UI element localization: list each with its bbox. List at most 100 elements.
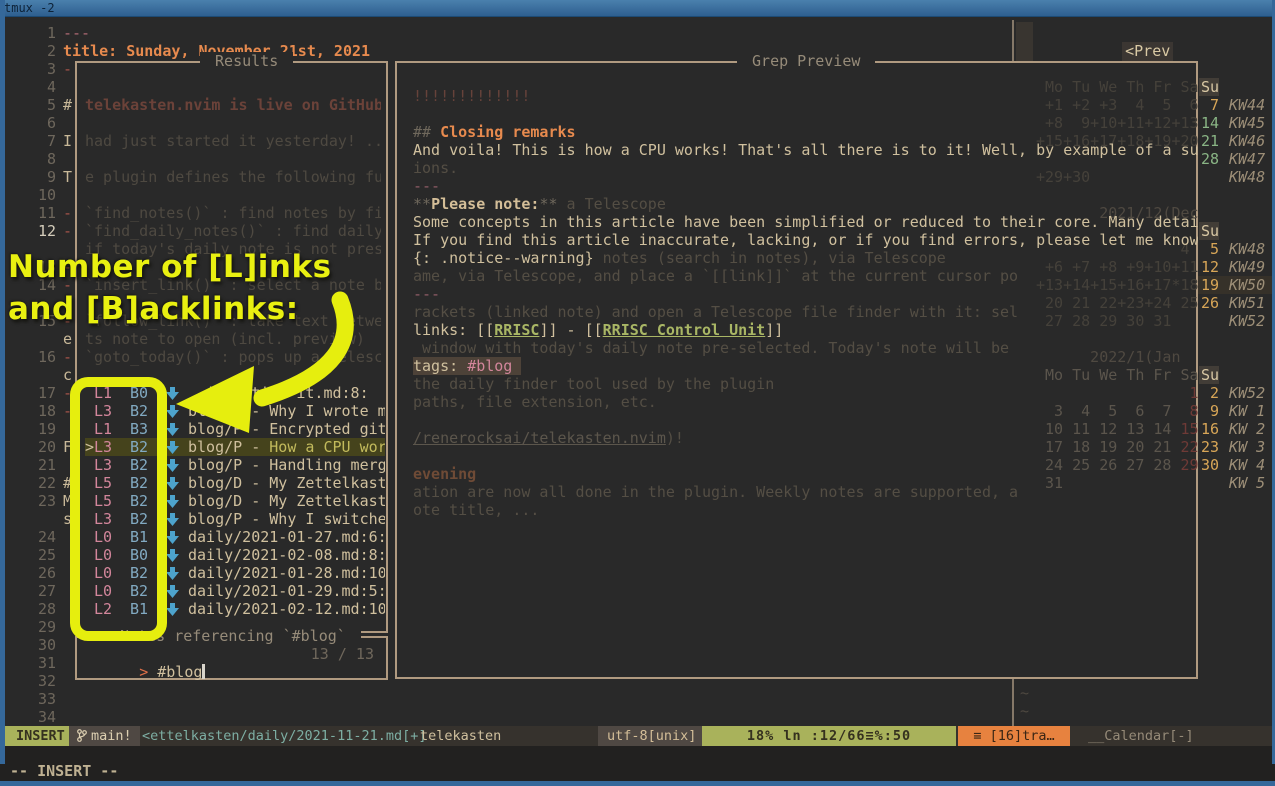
annotation-text: Number of [L]inks and [B]acklinks: [8,246,332,330]
prompt-caret: > [139,663,148,681]
preview-span: ation are now all done in the plugin. We… [413,483,1018,501]
gutter-row: 2 [0,42,84,60]
result-text: daily/2021-02-08.md:8: [188,546,385,564]
occluded-buffer-line: telekasten.nvim is live on GitHub! [85,96,381,114]
line-number: 25 [0,546,56,564]
preview-span: RRISC [494,321,539,339]
window-separator-bottom [1012,679,1014,726]
preview-line: links: [[RRISC]] - [[RRISC Control Unit]… [413,321,783,339]
calendar-sunday-day: 23 [1199,438,1219,456]
status-bar: INSERT main! <ettelkasten/daily/2021-11-… [0,726,1275,746]
annotation-line1: Number of [L]inks [8,246,332,288]
preview-line: window with today's daily note pre-selec… [413,339,1009,357]
gutter-row: 30 [0,636,84,654]
preview-line: the daily finder tool used by the plugin [413,375,774,393]
line-number: 24 [0,528,56,546]
calendar-sunday-day: 16 [1199,420,1219,438]
line-number: 23 [0,492,56,510]
file-path: <ettelkasten/daily/2021-11-21.md[+] [142,726,426,746]
preview-span: a Telescope [558,195,666,213]
line-number: 27 [0,582,56,600]
download-arrow-icon [166,603,179,616]
calendar-week-number: KW51 [1229,294,1265,312]
occluded-buffer-line: had just started it yesterday! ... [85,132,381,150]
line-number: 32 [0,672,56,690]
preview-span: paths, file extension, etc. [413,393,657,411]
preview-span: window with today's daily note pre-selec… [413,339,1009,357]
result-text: daily/2021-01-29.md:5: [188,582,385,600]
line-number: 33 [0,690,56,708]
download-arrow-icon [166,477,179,490]
calendar-week-number: KW48 [1229,168,1265,186]
preview-line: --- [413,177,440,195]
calendar-week-number: KW52 [1229,312,1265,330]
line-number: 29 [0,618,56,636]
preview-span: {: .notice--warning} [413,249,594,267]
gutter-row: 33 [0,690,84,708]
preview-span: ]] - [[ [539,321,602,339]
result-text: blog/P - Handling merg [188,456,385,474]
download-arrow-icon [166,531,179,544]
calendar-week-number: KW 2 [1229,420,1265,438]
preview-span: ote title, ... [413,501,539,519]
results-panel-title: Results [200,52,293,70]
download-arrow-icon [166,549,179,562]
annotation-line2: and [B]acklinks: [8,288,332,330]
matched-text: How a CPU wor [269,438,385,456]
preview-span: ame, via Telescope, and place a `[[link]… [413,267,1018,285]
preview-line: ation are now all done in the plugin. We… [413,483,1018,501]
calendar-week-number: KW 3 [1229,438,1265,456]
result-text: blog/D - My Zettelkast [188,492,385,510]
preview-span: !!!!!!!!!!!!! [413,87,530,105]
window-border-bottom [0,781,1275,786]
gutter-row: 10 [0,186,84,204]
tmux-title: tmux -2 [4,1,55,15]
preview-span: --- [413,177,440,195]
result-text: blog/D - My Zettelkast [188,474,385,492]
git-branch-icon [77,729,87,742]
window-separator-top [1012,20,1014,61]
calendar-sunday-header: Su [1199,366,1219,384]
download-arrow-icon [166,441,179,454]
calendar-prev-button[interactable]: <Prev [1122,42,1173,60]
preview-span: links: [[ [413,321,494,339]
preview-content: !!!!!!!!!!!!!## Closing remarksAnd voila… [413,87,1198,537]
gutter-row: e [0,330,84,348]
line-number: 30 [0,636,56,654]
line-number: 1 [0,24,56,42]
buffer-edge-char: - [63,60,72,78]
results-count: 13 / 13 [311,645,374,663]
calendar-week-number: KW48 [1229,240,1265,258]
preview-span: --- [413,285,440,303]
terminal-screen: tmux -2 --- title: Sunday, November 21st… [0,0,1275,786]
preview-line: paths, file extension, etc. [413,393,657,411]
mode-message: -- INSERT -- [10,762,118,780]
download-arrow-icon [166,513,179,526]
gutter-row: 34 [0,708,84,726]
text-cursor [202,664,205,679]
calendar-scroll-thumb[interactable] [1016,22,1033,64]
preview-span [512,357,521,375]
preview-line: !!!!!!!!!!!!! [413,87,530,105]
result-text: daily/2021-01-28.md:10 [188,564,385,582]
calendar-sunday-day: 7 [1199,96,1219,114]
line-number: 28 [0,600,56,618]
prompt-input[interactable]: > #blog [85,645,205,663]
gutter-row: 3- [0,60,84,78]
calendar-sunday-day: 21 [1199,132,1219,150]
window-border-left [0,0,5,764]
preview-span: Please note: [431,195,539,213]
calendar-sunday-day: 28 [1199,150,1219,168]
calendar-sunday-header: Su [1199,222,1219,240]
calendar-statusline: __Calendar[-] [1088,726,1194,746]
preview-line: Some concepts in this article have been … [413,213,1198,231]
line-number: 2 [0,42,56,60]
preview-span: ** [539,195,557,213]
calendar-sunday-day: 12 [1199,258,1219,276]
preview-span: And voila! This is how a CPU works! That… [413,141,1198,159]
line-number: 3 [0,60,56,78]
prompt-value: #blog [157,663,202,681]
empty-line-tilde: ~ [1020,702,1029,720]
preview-line: If you find this article inaccurate, lac… [413,231,1198,249]
calendar-week-number: KW49 [1229,258,1265,276]
